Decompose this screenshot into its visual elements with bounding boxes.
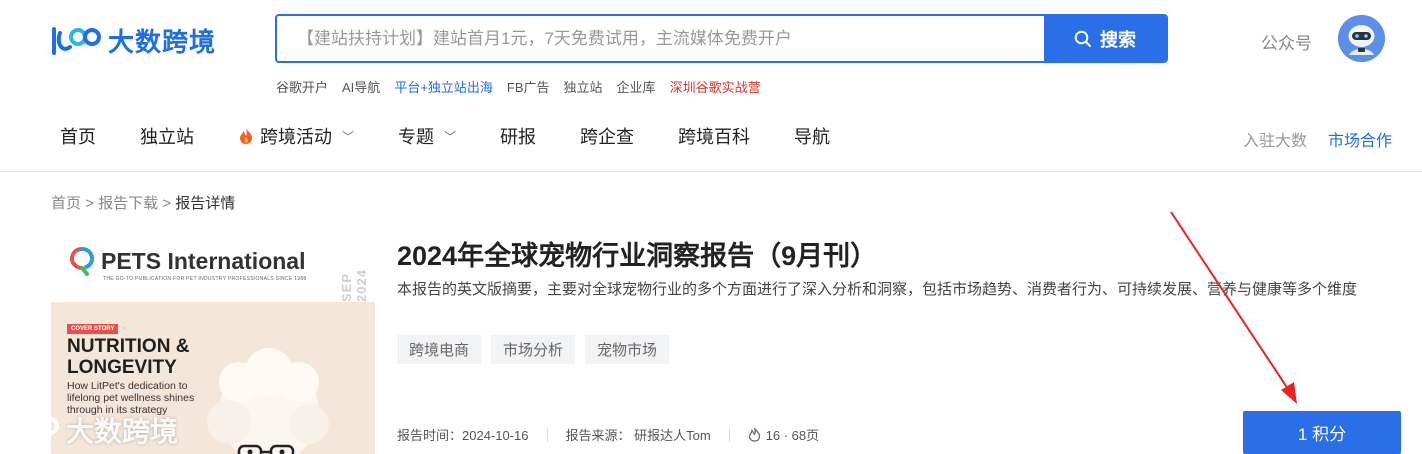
hot-link-fb-ads[interactable]: FB广告 [507, 77, 550, 96]
nav-topics-label: 专题 [398, 127, 435, 147]
logo-mark-icon [52, 26, 101, 55]
watermark-logo-icon [10, 416, 59, 444]
page: 大数跨境 搜索 谷歌开户 AI导航 平台+独立站出海 FB广告 独立站 企业库 … [0, 0, 1422, 454]
cover-brand-name: PETS International [101, 247, 306, 274]
watermark: 大数跨境 [8, 410, 178, 450]
tag-cross-border-ecommerce[interactable]: 跨境电商 [397, 335, 482, 364]
nav-company-check[interactable]: 跨企查 [580, 123, 634, 149]
hot-link-google[interactable]: 谷歌开户 [276, 77, 328, 96]
site-logo[interactable]: 大数跨境 [50, 22, 216, 59]
nav-research-label: 研报 [500, 127, 537, 147]
report-time: 报告时间：2024-10-16 [397, 428, 529, 443]
report-source: 报告来源： 研报达人Tom [565, 428, 711, 443]
hot-links: 谷歌开户 AI导航 平台+独立站出海 FB广告 独立站 企业库 深圳谷歌实战营 [276, 77, 761, 96]
logo-text: 大数跨境 [108, 27, 217, 57]
fire-icon [240, 128, 253, 144]
nav-home-label: 首页 [60, 127, 96, 147]
cover-subline: THE GO-TO PUBLICATION FOR PET INDUSTRY P… [103, 276, 307, 282]
report-tags: 跨境电商 市场分析 宠物市场 [397, 335, 670, 364]
tag-market-analysis[interactable]: 市场分析 [491, 335, 576, 364]
nav-research[interactable]: 研报 [500, 123, 536, 149]
search-button[interactable]: 搜索 [1044, 16, 1166, 61]
join-link[interactable]: 入驻大数 [1243, 127, 1307, 151]
breadcrumb-separator: > [85, 195, 94, 212]
breadcrumb: 首页 > 报告下载 > 报告详情 [51, 192, 235, 213]
search-button-label: 搜索 [1100, 29, 1136, 50]
watermark-text: 大数跨境 [66, 416, 179, 447]
report-title: 2024年全球宠物行业洞察报告（9月刊） [397, 241, 878, 271]
buy-report-button[interactable]: 1 积分 [1243, 411, 1401, 454]
nav-navigation[interactable]: 导航 [794, 123, 830, 149]
nav-encyclopedia[interactable]: 跨境百科 [678, 123, 750, 149]
breadcrumb-current: 报告详情 [175, 195, 236, 212]
chevron-down-icon: ﹀ [342, 129, 355, 144]
search-icon [1074, 30, 1091, 47]
nav-topics[interactable]: 专题 ﹀ [398, 123, 456, 149]
fire-outline-icon [748, 427, 760, 442]
nav-independent-site[interactable]: 独立站 [140, 123, 194, 149]
cover-headline-line2: LONGEVITY [67, 357, 177, 378]
nav-independent-site-label: 独立站 [140, 127, 194, 147]
hot-link-platform[interactable]: 平台+独立站出海 [394, 77, 493, 96]
nav-divider [0, 171, 1422, 172]
robot-avatar-icon [1338, 15, 1385, 62]
report-stats: 16 · 68页 [765, 428, 820, 443]
dog-photo-icon [207, 348, 329, 454]
nav-events-label: 跨境活动 [260, 127, 332, 147]
cover-issue: SEP 2024 [339, 269, 369, 302]
meta-divider [728, 427, 730, 442]
report-meta: 报告时间：2024-10-16 报告来源： 研报达人Tom 16 · 68页 [397, 425, 819, 444]
nav-encyclopedia-label: 跨境百科 [678, 127, 751, 147]
cover-story-tag: COVER STORY [67, 324, 119, 334]
nav-events[interactable]: 跨境活动 ﹀ [238, 123, 354, 149]
avatar[interactable] [1338, 15, 1385, 62]
hot-link-shenzhen-camp[interactable]: 深圳谷歌实战营 [670, 77, 761, 96]
search-input[interactable] [277, 16, 1044, 61]
search-bar: 搜索 [275, 14, 1168, 63]
hot-link-ai-nav[interactable]: AI导航 [342, 77, 380, 96]
report-description: 本报告的英文版摘要，主要对全球宠物行业的多个方面进行了深入分析和洞察，包括市场趋… [397, 281, 1358, 298]
nav-navigation-label: 导航 [794, 127, 831, 147]
cover-header: PETS International THE GO-TO PUBLICATION… [51, 224, 375, 302]
cover-headline-line1: NUTRITION & [67, 336, 190, 357]
main-nav: 首页 独立站 跨境活动 ﹀ 专题 ﹀ 研报 跨企查 跨境百科 导航 [60, 123, 874, 149]
nav-home[interactable]: 首页 [60, 123, 96, 149]
breadcrumb-home[interactable]: 首页 [51, 195, 81, 212]
cover-headline: NUTRITION & LONGEVITY [67, 336, 189, 378]
hot-link-independent-site[interactable]: 独立站 [564, 77, 603, 96]
wechat-official-account-link[interactable]: 公众号 [1261, 29, 1312, 54]
chevron-down-icon: ﹀ [444, 129, 457, 144]
buy-report-label: 1 积分 [1297, 425, 1347, 444]
market-cooperation-link[interactable]: 市场合作 [1328, 127, 1392, 151]
pets-international-logo-icon [69, 247, 95, 276]
meta-divider [546, 427, 548, 442]
nav-company-check-label: 跨企查 [580, 127, 635, 147]
breadcrumb-reports[interactable]: 报告下载 [98, 195, 158, 212]
cover-brand: PETS International [69, 246, 305, 276]
tag-pet-market[interactable]: 宠物市场 [585, 335, 670, 364]
hot-link-company-db[interactable]: 企业库 [617, 77, 656, 96]
breadcrumb-separator: > [162, 195, 172, 212]
